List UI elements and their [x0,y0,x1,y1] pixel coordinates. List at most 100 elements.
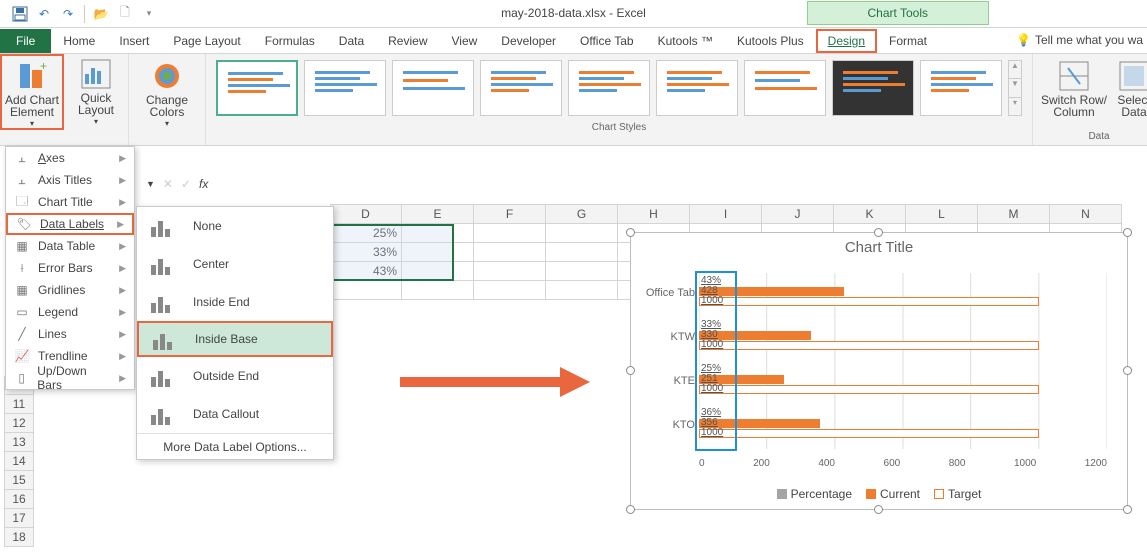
resize-handle[interactable] [874,228,883,237]
resize-handle[interactable] [1123,228,1132,237]
submenu-data-callout[interactable]: Data Callout [137,395,333,433]
cell[interactable] [546,281,618,300]
tab-formulas[interactable]: Formulas [253,29,327,53]
plot-area[interactable]: Office Tab 43% 428 1000 KTW 33% 330 1000… [699,273,1107,449]
chart-style-7[interactable] [744,60,826,116]
tab-view[interactable]: View [440,29,490,53]
col-header-m[interactable]: M [978,204,1050,224]
cell[interactable] [330,281,402,300]
styles-scroll-down[interactable]: ▼ [1009,78,1021,96]
menu-axis-titles[interactable]: ⫠Axis Titles▶ [6,169,134,191]
bar-target[interactable] [699,297,1039,306]
cell[interactable] [474,224,546,243]
tab-page-layout[interactable]: Page Layout [161,29,252,53]
tab-office-tab[interactable]: Office Tab [568,29,646,53]
undo-icon[interactable]: ↶ [32,2,56,26]
col-header-e[interactable]: E [402,204,474,224]
resize-handle[interactable] [626,505,635,514]
open-icon[interactable]: 📂 [89,2,113,26]
bar-target[interactable] [699,341,1039,350]
tab-review[interactable]: Review [376,29,439,53]
menu-legend[interactable]: ▭Legend▶ [6,301,134,323]
bar-target[interactable] [699,385,1039,394]
tab-data[interactable]: Data [327,29,376,53]
tab-home[interactable]: Home [51,29,107,53]
col-header-j[interactable]: J [762,204,834,224]
submenu-outside-end[interactable]: Outside End [137,357,333,395]
chart-style-5[interactable] [568,60,650,116]
chart-style-1[interactable] [216,60,298,116]
cell[interactable] [546,243,618,262]
submenu-none[interactable]: None [137,207,333,245]
row-header-18[interactable]: 18 [4,528,34,547]
tab-kutools[interactable]: Kutools ™ [646,29,725,53]
formula-bar[interactable]: ▼ ✕ ✓ fx [146,172,208,196]
resize-handle[interactable] [626,366,635,375]
submenu-more-options[interactable]: More Data Label Options... [137,433,333,459]
data-label-selection[interactable] [695,271,737,451]
save-icon[interactable] [8,2,32,26]
resize-handle[interactable] [874,505,883,514]
row-header-16[interactable]: 16 [4,490,34,509]
row-header-17[interactable]: 17 [4,509,34,528]
chart-style-8[interactable] [832,60,914,116]
menu-error-bars[interactable]: ⟊Error Bars▶ [6,257,134,279]
row-header-14[interactable]: 14 [4,452,34,471]
col-header-d[interactable]: D [330,204,402,224]
menu-data-labels[interactable]: 🏷Data Labels▶ [6,213,134,235]
tell-me-input[interactable]: 💡Tell me what you wa [1016,33,1143,47]
quick-layout-button[interactable]: Quick Layout ▾ [64,54,128,130]
col-header-h[interactable]: H [618,204,690,224]
cell[interactable] [546,262,618,281]
tab-developer[interactable]: Developer [489,29,568,53]
chart-style-4[interactable] [480,60,562,116]
chart-style-6[interactable] [656,60,738,116]
tab-format[interactable]: Format [877,29,939,53]
row-header-13[interactable]: 13 [4,433,34,452]
tab-file[interactable]: File [0,29,51,53]
tab-kutools-plus[interactable]: Kutools Plus [725,29,816,53]
chart-style-3[interactable] [392,60,474,116]
menu-axes[interactable]: ⫠Axes▶ [6,147,134,169]
styles-expand[interactable]: ▾ [1009,97,1021,115]
chart-style-2[interactable] [304,60,386,116]
col-header-n[interactable]: N [1050,204,1122,224]
row-header-15[interactable]: 15 [4,471,34,490]
chart-style-9[interactable] [920,60,1002,116]
cell[interactable] [474,243,546,262]
tab-insert[interactable]: Insert [107,29,161,53]
change-colors-button[interactable]: Change Colors ▾ [135,56,199,130]
menu-data-table[interactable]: ▦Data Table▶ [6,235,134,257]
cell[interactable] [402,281,474,300]
row-header-11[interactable]: 11 [4,395,34,414]
col-header-g[interactable]: G [546,204,618,224]
styles-scroll-up[interactable]: ▲ [1009,61,1021,78]
redo-icon[interactable]: ↷ [56,2,80,26]
select-data-button[interactable]: Select Data [1109,56,1147,129]
qat-more-icon[interactable]: ▾ [137,2,161,26]
row-header-12[interactable]: 12 [4,414,34,433]
resize-handle[interactable] [626,228,635,237]
embedded-chart[interactable]: Chart Title Office Tab 43% 428 1000 KTW … [630,232,1128,510]
resize-handle[interactable] [1123,366,1132,375]
new-icon[interactable]: 🗋 [113,2,137,26]
add-chart-element-button[interactable]: + Add Chart Element ▾ [0,54,64,130]
submenu-inside-base[interactable]: Inside Base [137,321,333,357]
col-header-l[interactable]: L [906,204,978,224]
category-label: KTE [633,375,699,387]
cell[interactable] [474,262,546,281]
resize-handle[interactable] [1123,505,1132,514]
col-header-i[interactable]: I [690,204,762,224]
menu-chart-title[interactable]: 🗔Chart Title▶ [6,191,134,213]
col-header-f[interactable]: F [474,204,546,224]
chart-legend[interactable]: Percentage Current Target [631,487,1127,501]
tab-design[interactable]: Design [816,29,877,53]
cell[interactable] [546,224,618,243]
submenu-inside-end[interactable]: Inside End [137,283,333,321]
bar-target[interactable] [699,429,1039,438]
cell[interactable] [474,281,546,300]
switch-row-column-button[interactable]: Switch Row/ Column [1039,56,1109,129]
col-header-k[interactable]: K [834,204,906,224]
submenu-center[interactable]: Center [137,245,333,283]
menu-gridlines[interactable]: ▦Gridlines▶ [6,279,134,301]
